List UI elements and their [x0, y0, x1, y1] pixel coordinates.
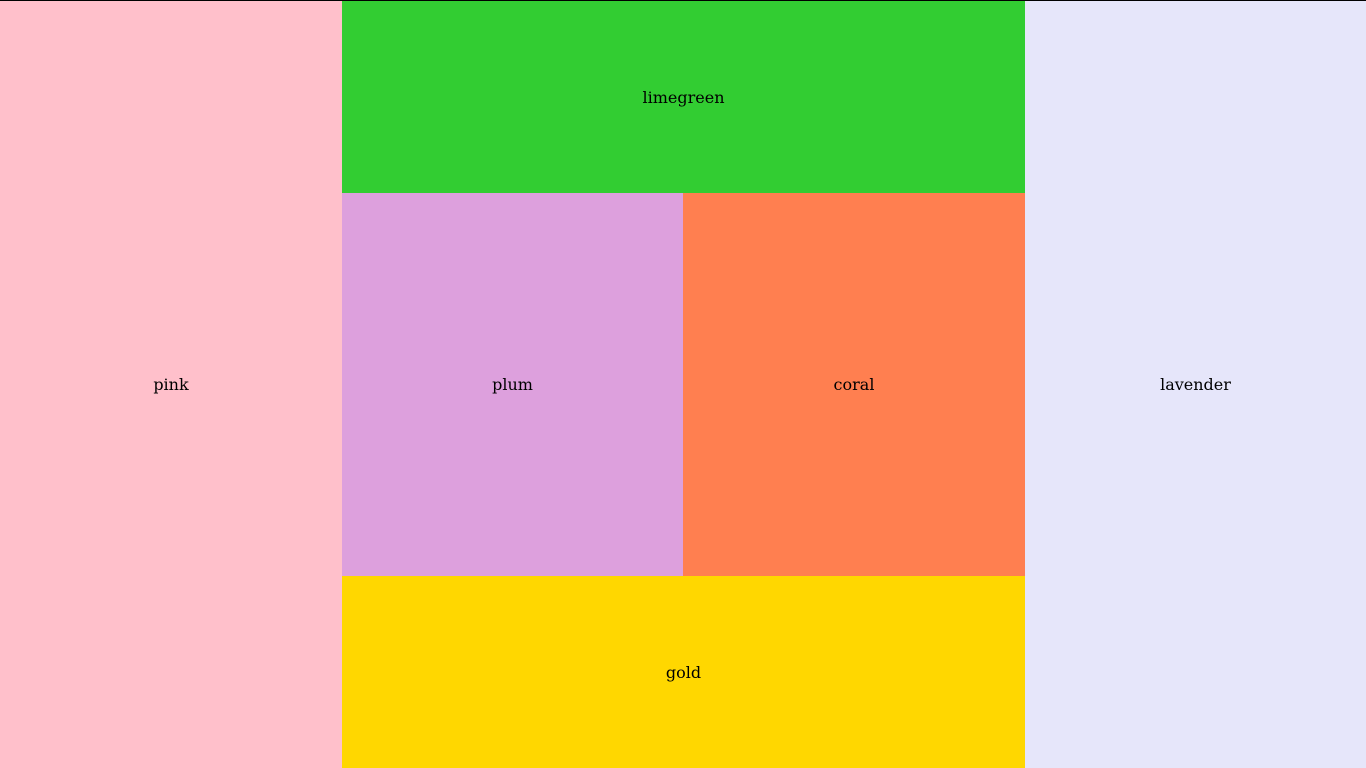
panel-coral-label: coral [833, 375, 875, 394]
panel-lavender: lavender [1025, 1, 1366, 768]
panel-lavender-label: lavender [1160, 375, 1231, 394]
panel-gold-label: gold [665, 662, 702, 682]
panel-plum-label: plum [492, 375, 533, 394]
panel-limegreen: limegreen [342, 1, 1025, 193]
panel-coral: coral [683, 193, 1025, 576]
color-grid-layout: pink limegreen plum coral gold lavender [0, 0, 1366, 768]
panel-gold: gold [342, 576, 1025, 768]
panel-plum: plum [342, 193, 683, 576]
panel-limegreen-label: limegreen [642, 87, 725, 107]
panel-pink: pink [0, 1, 342, 768]
panel-pink-label: pink [153, 375, 189, 394]
